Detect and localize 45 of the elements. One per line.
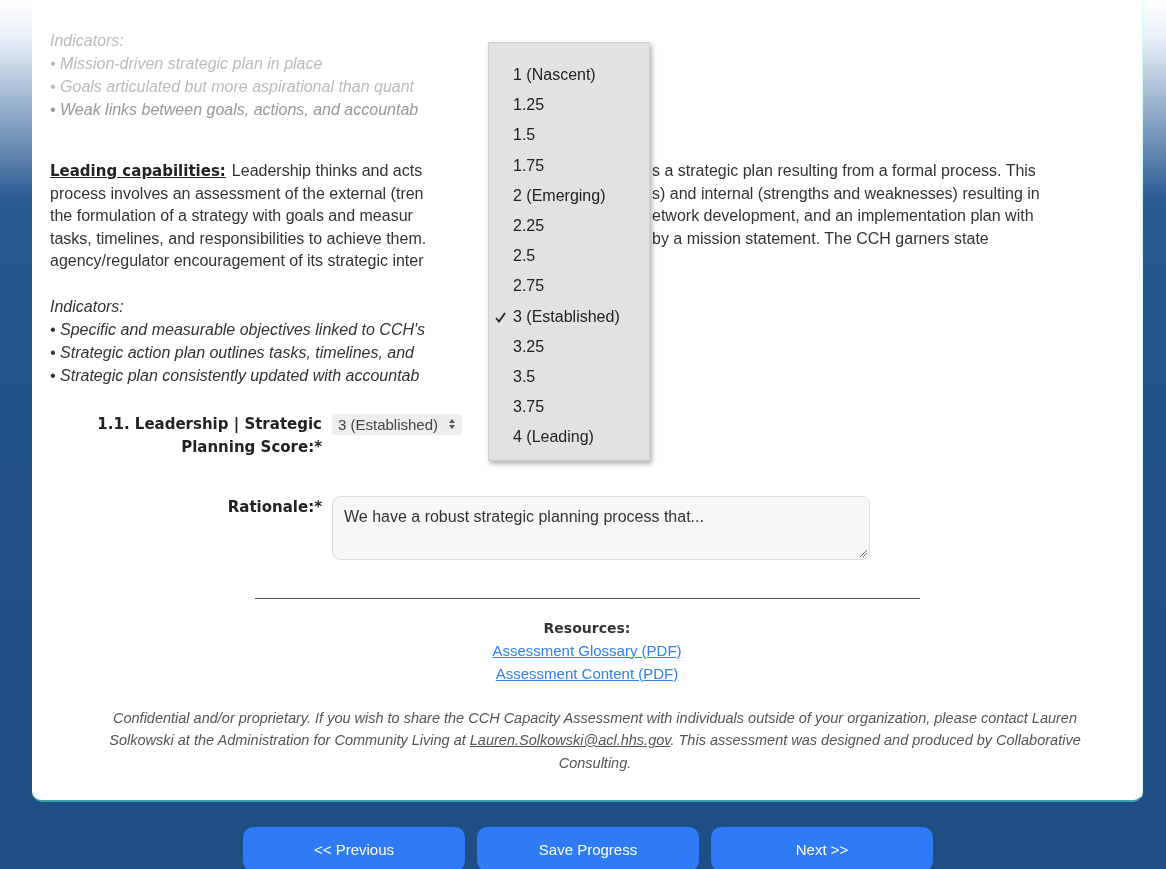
dropdown-option[interactable]: 3 (Established) — [489, 306, 649, 337]
dropdown-option[interactable]: 3.75 — [489, 397, 649, 428]
resources-title: Resources: — [543, 618, 631, 638]
dropdown-option[interactable]: 2.75 — [489, 276, 649, 307]
dropdown-option[interactable]: 3.5 — [489, 366, 649, 398]
resize-handle-icon — [859, 548, 867, 557]
paragraph-text: s a strategic plan resulting from a formal process. This — [652, 161, 1036, 181]
dropdown-option[interactable]: 4 (Leading) — [489, 427, 649, 458]
paragraph-text: process involves an assessment of the external (tren — [50, 183, 424, 204]
dropdown-option[interactable]: 2.5 — [489, 246, 649, 277]
paragraph-text: agency/regulator encouragement of its strategic inter — [50, 251, 424, 271]
resource-link[interactable]: Assessment Content (PDF) — [495, 661, 679, 685]
indicators-label: Indicators: — [50, 296, 124, 317]
indicator-item: • Strategic action plan outlines tasks, timelines, and — [50, 342, 414, 363]
nav-button[interactable]: Next >> — [711, 827, 933, 869]
paragraph-text: the formulation of a strategy with goals and measur — [50, 206, 413, 226]
footer-text: Confidential and/or proprietary. If you wish to share the CCH Capacity Assessment with individuals outside of your organization, please contact Lauren Solkowski at the Administration for Community Living at Lauren.Solkowski@acl.hhs.gov. This assessment was designed and produced by Collaborative Consulting. — [108, 708, 1082, 773]
indicator-item: • Weak links between goals, actions, and accountab — [50, 100, 419, 120]
dropdown-option[interactable]: 1.75 — [489, 155, 649, 186]
dropdown-option[interactable]: 2 (Emerging) — [489, 185, 649, 216]
rationale-field[interactable]: We have a robust strategic planning process that... — [332, 495, 870, 560]
paragraph-text: s) and internal (strengths and weaknesses) resulting in — [652, 183, 1040, 204]
score-select[interactable]: 3 (Established) — [332, 413, 463, 435]
dropdown-option[interactable]: 2.25 — [489, 215, 649, 247]
field-label: 1.1. Leadership | Strategic Planning Score:* — [96, 413, 322, 458]
dropdown-option[interactable]: 1.25 — [489, 95, 649, 126]
indicator-item: • Specific and measurable objectives linked to CCH's — [50, 319, 426, 340]
paragraph-text: etwork development, and an implementation plan with — [652, 206, 1034, 226]
paragraph-text: Leadership thinks and acts — [231, 161, 423, 181]
resource-link[interactable]: Assessment Glossary (PDF) — [492, 638, 682, 662]
paragraph-text: tasks, timelines, and responsibilities to achieve them. — [50, 228, 427, 249]
email-link[interactable]: Lauren.Solkowski@acl.hhs.gov — [469, 732, 671, 748]
field-label: Rationale:* — [226, 496, 322, 518]
dropdown-option[interactable]: 1.5 — [489, 125, 649, 156]
section-heading: Leading capabilities: — [50, 161, 226, 182]
indicators-label: Indicators: — [50, 31, 124, 51]
dropdown-option[interactable]: 3.25 — [489, 336, 649, 367]
indicator-item: • Goals articulated but more aspirational than quant — [50, 77, 415, 97]
nav-button[interactable]: Save Progress — [477, 827, 699, 869]
nav-button[interactable]: << Previous — [243, 827, 465, 869]
dropdown-option[interactable]: 1 (Nascent) — [489, 65, 649, 96]
indicator-item: • Mission-driven strategic plan in place — [50, 54, 323, 74]
indicator-item: • Strategic plan consistently updated with accountab — [50, 365, 420, 386]
stepper-icon — [448, 418, 457, 430]
paragraph-text: by a mission statement. The CCH garners state — [652, 228, 989, 249]
